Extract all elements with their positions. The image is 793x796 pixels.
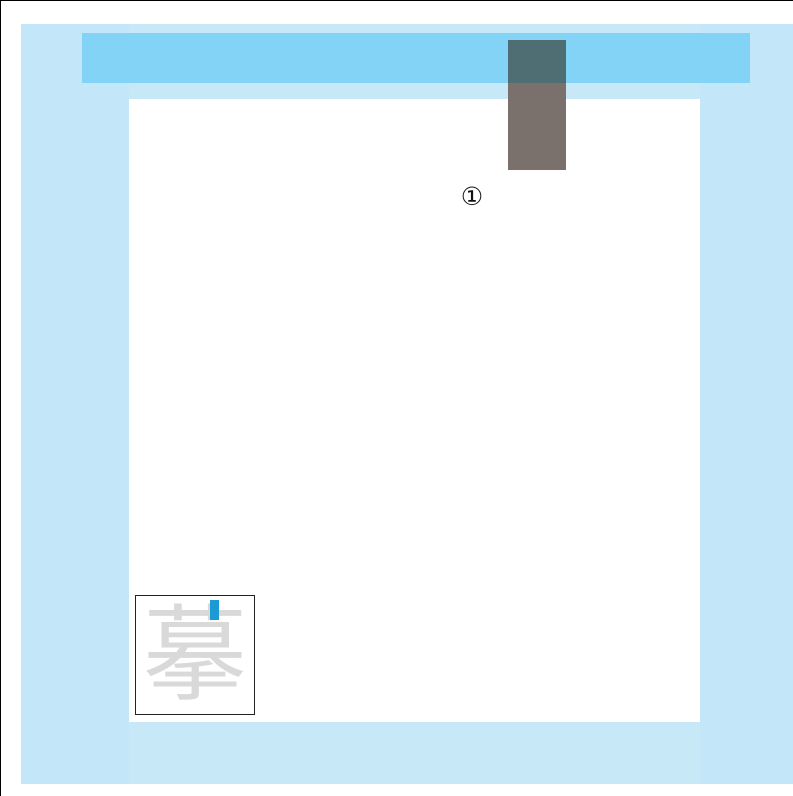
glyph-character: 摹: [142, 595, 247, 715]
glyph-thumbnail: 摹: [135, 595, 255, 715]
callout-number: ①: [460, 182, 484, 211]
glyph-accent-marker: [210, 600, 219, 620]
top-bar: [82, 33, 750, 83]
tab-marker-overlap: [508, 40, 566, 83]
